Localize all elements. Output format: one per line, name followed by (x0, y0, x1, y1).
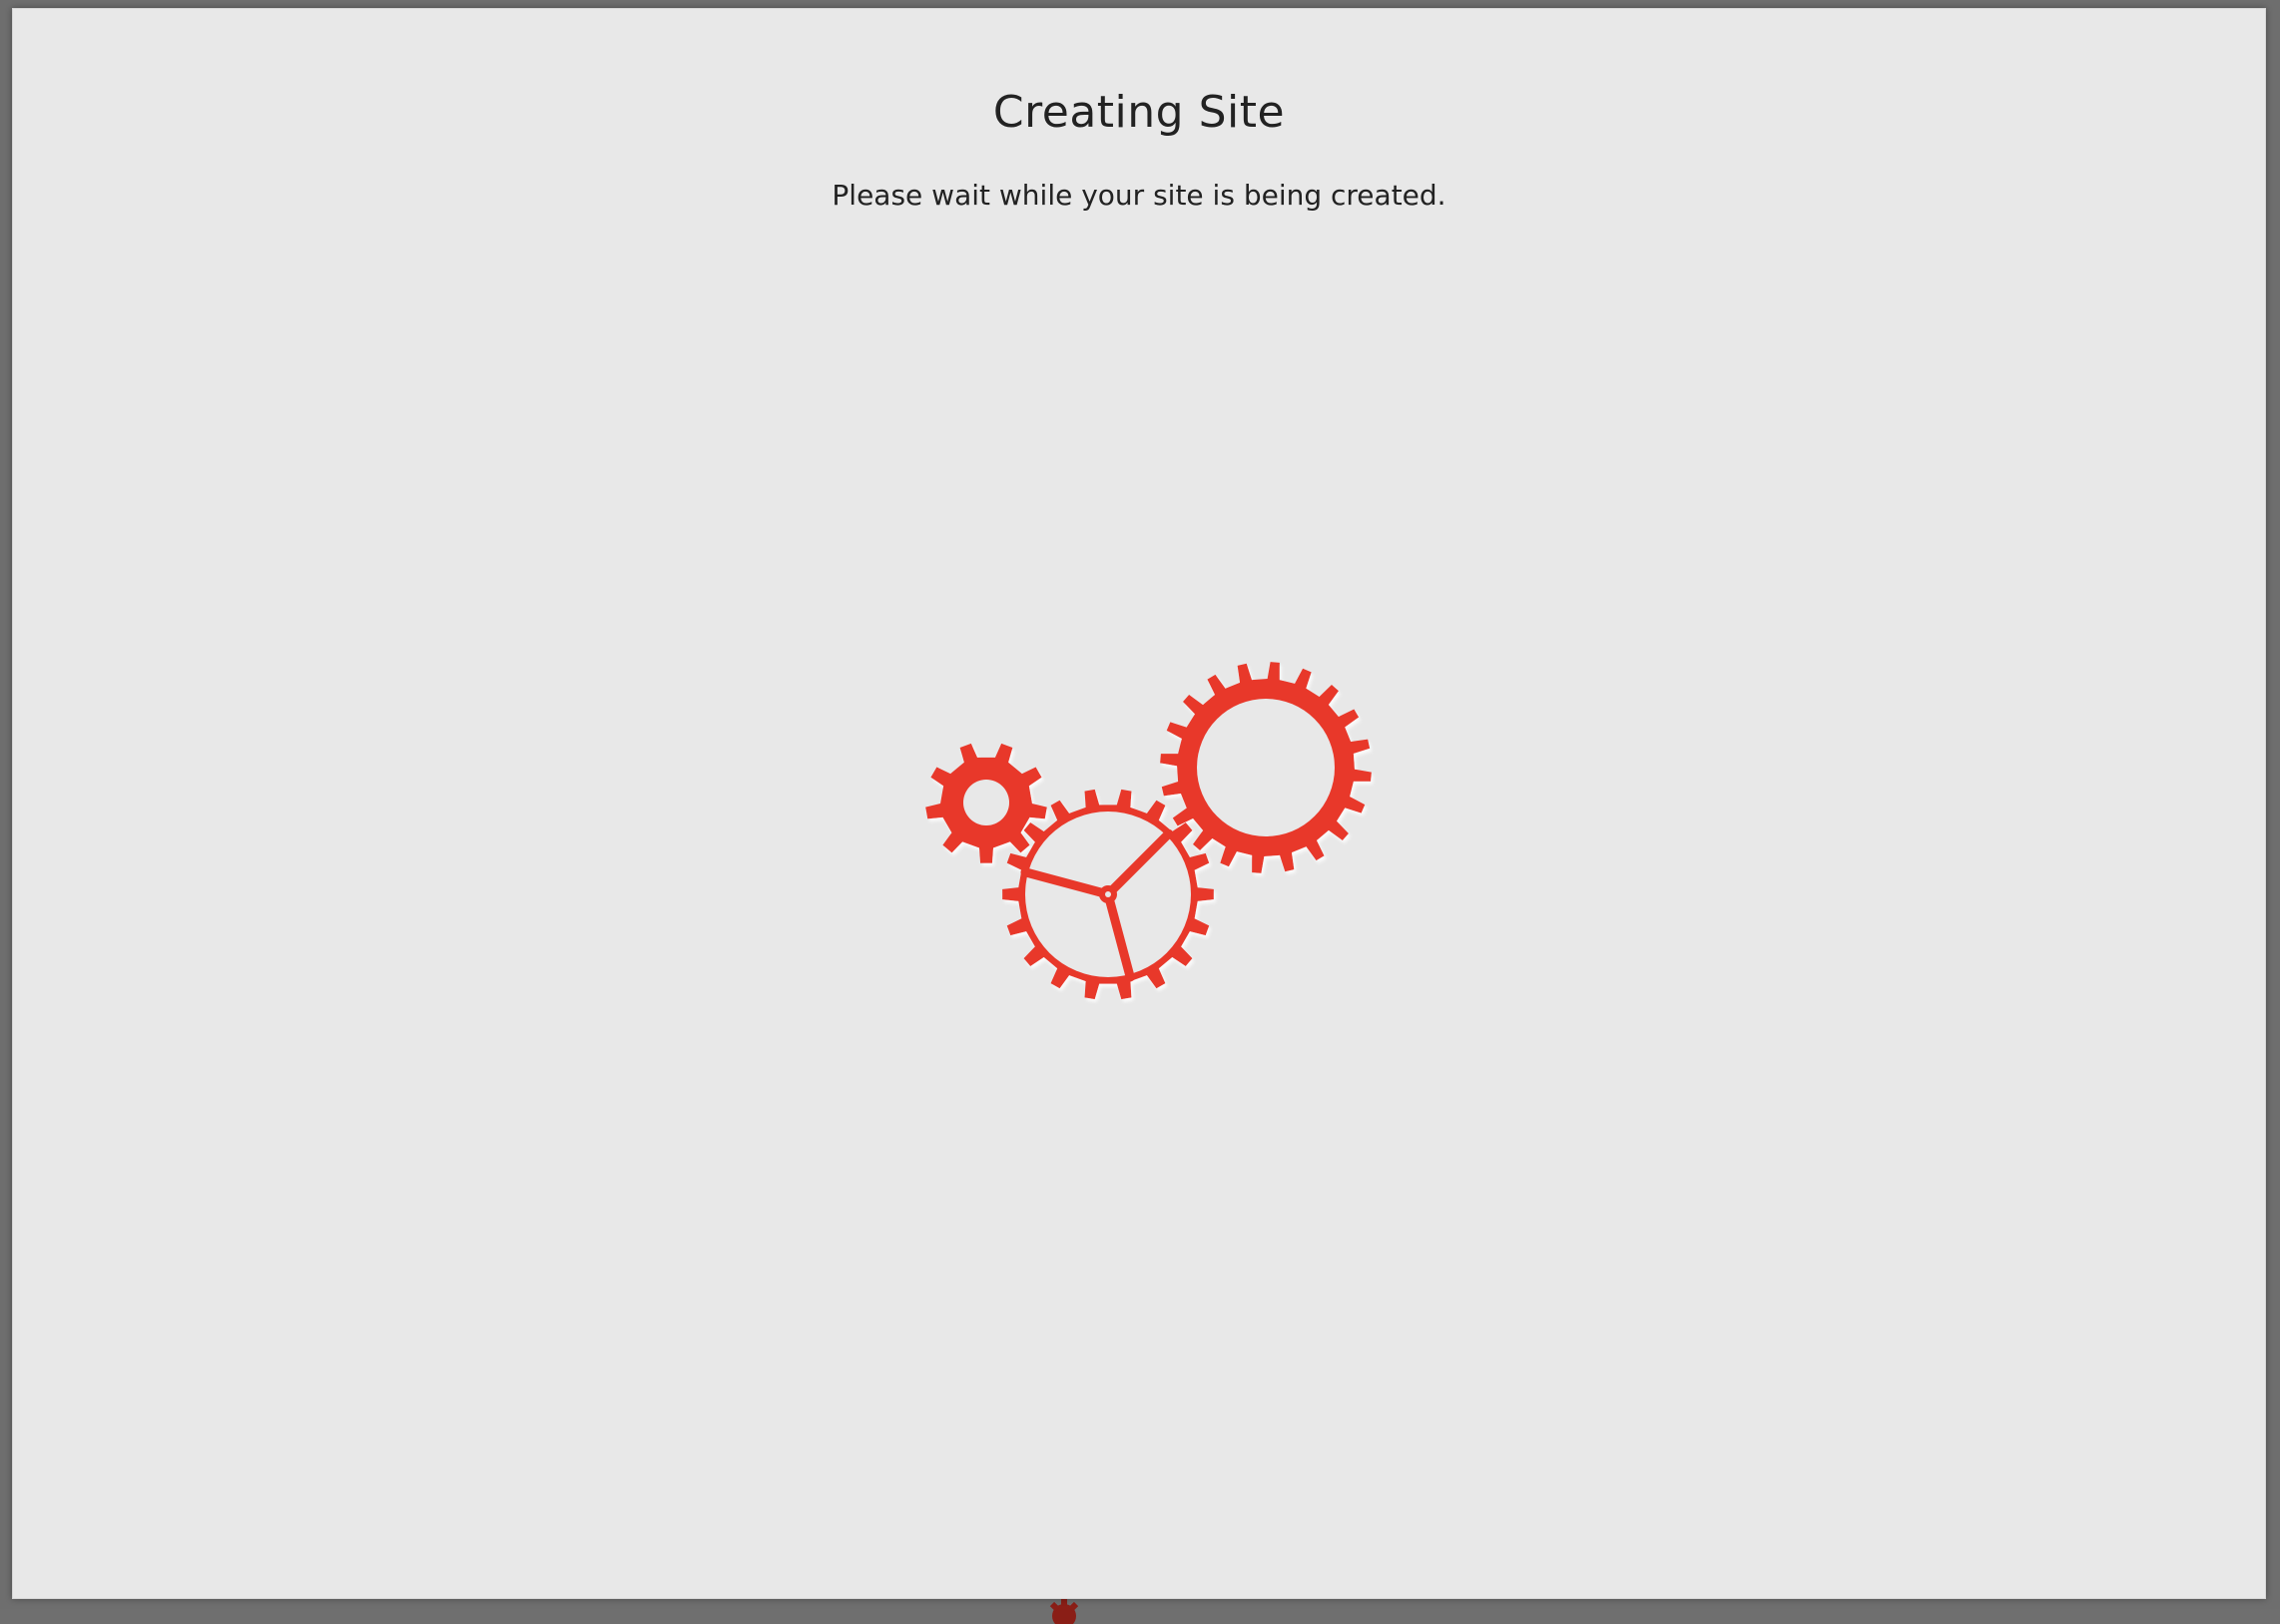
gears-loading-icon (925, 662, 1372, 1000)
large-gear-hole (1197, 699, 1335, 836)
creating-site-dialog: Creating Site Please wait while your sit… (12, 8, 2266, 1599)
dialog-title: Creating Site (992, 87, 1286, 138)
dialog-message: Please wait while your site is being cre… (832, 179, 1446, 212)
medium-gear-axle (1105, 891, 1111, 897)
small-gear-hole (963, 780, 1009, 825)
